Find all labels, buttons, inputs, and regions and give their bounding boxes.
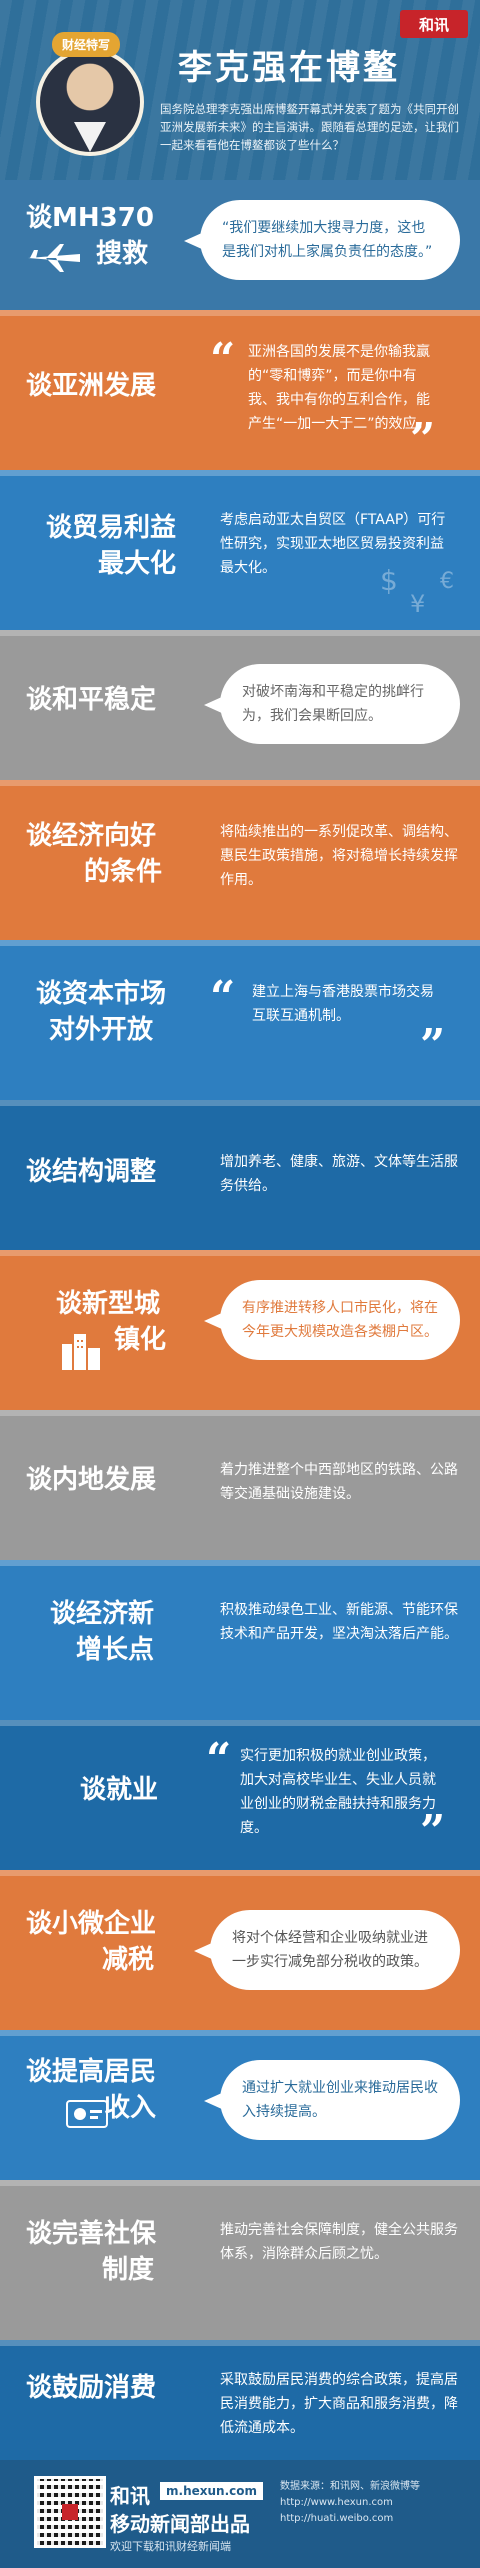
section-trade-benefits: 谈贸易利益 最大化 考虑启动亚太自贸区（FTAAP）可行性研究，实现亚太地区贸易… — [0, 470, 480, 630]
section-label: 谈结构调整 — [26, 1157, 157, 1187]
section-label-line1: 谈MH370 — [26, 203, 154, 233]
svg-text:¥: ¥ — [410, 590, 425, 618]
section-label-line2: 的条件 — [84, 857, 163, 887]
section-text: 积极推动绿色工业、新能源、节能环保技术和产品开发，坚决淘汰落后产能。 — [220, 1602, 458, 1642]
section-employment: 谈就业 “ 实行更加积极的就业创业政策，加大对高校毕业生、失业人员就业创业的财税… — [0, 1720, 480, 1870]
section-text: 建立上海与香港股票市场交易互联互通机制。 — [252, 984, 434, 1024]
section-label-line2: 制度 — [102, 2255, 155, 2285]
close-quote-mark: ” — [420, 1020, 446, 1071]
section-divider — [0, 780, 480, 786]
section-label: 谈鼓励消费 — [26, 2373, 157, 2403]
section-label-line1: 谈新型城 — [56, 1289, 161, 1319]
section-divider — [0, 1560, 480, 1566]
section-divider — [0, 470, 480, 476]
quote-bubble: 将对个体经营和企业吸纳就业进一步实行减免部分税收的政策。 — [194, 1910, 460, 1990]
section-social-security: 谈完善社保 制度 推动完善社会保障制度，健全公共服务体系，消除群众后顾之忧。 — [0, 2180, 480, 2340]
section-mh370: 谈MH370 搜救 “我们要继续加大搜寻力度，这也是我们对机上家属负责任的态度。… — [0, 180, 480, 310]
section-divider — [0, 1410, 480, 1416]
section-label-line1: 谈经济向好 — [26, 821, 157, 851]
speaker-portrait — [36, 48, 144, 156]
section-text: 推动完善社会保障制度，健全公共服务体系，消除群众后顾之忧。 — [220, 2222, 458, 2262]
close-quote-mark: ” — [420, 1806, 446, 1857]
qr-center-logo — [62, 2504, 78, 2520]
section-divider — [0, 1720, 480, 1726]
section-divider — [0, 310, 480, 316]
section-new-growth: 谈经济新 增长点 积极推动绿色工业、新能源、节能环保技术和产品开发，坚决淘汰落后… — [0, 1560, 480, 1720]
quote-bubble: “我们要继续加大搜寻力度，这也是我们对机上家属负责任的态度。” — [184, 200, 460, 280]
infographic-page: 和讯 财经特写 李克强在博鳌 国务院总理李克强出席博鳌开幕式并发表了题为《共同开… — [0, 0, 480, 2568]
section-divider — [0, 1870, 480, 1876]
section-capital-market: 谈资本市场 对外开放 “ 建立上海与香港股票市场交易互联互通机制。 ” — [0, 940, 480, 1100]
section-label: 谈经济新 增长点 — [50, 1596, 154, 1668]
footer-url[interactable]: m.hexun.com — [160, 2482, 263, 2500]
section-divider — [0, 1100, 480, 1106]
section-divider — [0, 2030, 480, 2036]
section-asia-development: 谈亚洲发展 “ 亚洲各国的发展不是你输我赢的“零和博弈”，而是你中有我、我中有你… — [0, 310, 480, 470]
section-divider — [0, 2340, 480, 2346]
open-quote-mark: “ — [210, 334, 236, 385]
section-divider — [0, 630, 480, 636]
section-label-line2: 增长点 — [76, 1635, 155, 1665]
section-label-line2: 减税 — [102, 1945, 155, 1975]
section-label: 谈小微企业 减税 — [26, 1906, 156, 1978]
section-income-growth: 谈提高居民 收入 通过扩大就业创业来推动居民收入持续提高。 — [0, 2030, 480, 2180]
header-banner: 和讯 财经特写 李克强在博鳌 国务院总理李克强出席博鳌开幕式并发表了题为《共同开… — [0, 0, 480, 180]
section-label-line1: 谈经济新 — [50, 1599, 155, 1629]
quote-bubble: 通过扩大就业创业来推动居民收入持续提高。 — [204, 2060, 460, 2140]
hexun-logo[interactable]: 和讯 — [400, 10, 468, 38]
section-text: 实行更加积极的就业创业政策，加大对高校毕业生、失业人员就业创业的财税金融扶持和服… — [240, 1748, 436, 1836]
portrait-collar — [74, 122, 106, 152]
section-label-line1: 谈完善社保 — [26, 2219, 157, 2249]
page-title: 李克强在博鳌 — [178, 48, 400, 88]
section-peace-stability: 谈和平稳定 对破坏南海和平稳定的挑衅行为，我们会果断回应。 — [0, 630, 480, 780]
section-label-line2: 对外开放 — [48, 1015, 153, 1045]
section-label: 谈内地发展 — [26, 1465, 157, 1495]
section-label-line1: 谈小微企业 — [26, 1909, 157, 1939]
footer-site-hexun[interactable]: http://www.hexun.com — [280, 2496, 393, 2510]
open-quote-mark: “ — [206, 1734, 232, 1785]
city-buildings-icon — [62, 1334, 100, 1370]
section-label: 谈贸易利益 最大化 — [26, 510, 176, 582]
section-label-line1: 谈提高居民 — [26, 2057, 157, 2087]
section-label-line2: 最大化 — [97, 549, 176, 579]
section-label-line1: 谈资本市场 — [35, 979, 166, 1009]
section-label-line1: 谈贸易利益 — [45, 513, 176, 543]
section-label: 谈和平稳定 — [26, 685, 157, 715]
footer-site-weibo[interactable]: http://huati.weibo.com — [280, 2512, 393, 2526]
quote-bubble: 对破坏南海和平稳定的挑衅行为，我们会果断回应。 — [204, 664, 460, 744]
footer: 和讯 m.hexun.com 移动新闻部出品 欢迎下载和讯财经新闻端 数据来源：… — [0, 2460, 480, 2568]
svg-text:$: $ — [380, 564, 398, 597]
airplane-icon — [28, 244, 80, 272]
section-divider — [0, 940, 480, 946]
section-economic-outlook: 谈经济向好 的条件 将陆续推出的一系列促改革、调结构、惠民生政策措施，将对稳增长… — [0, 780, 480, 940]
section-divider — [0, 1250, 480, 1256]
section-label: 谈亚洲发展 — [26, 371, 157, 401]
open-quote-mark: “ — [210, 972, 236, 1023]
section-label: 谈就业 — [80, 1775, 159, 1805]
section-structural-adjustment: 谈结构调整 增加养老、健康、旅游、文体等生活服务供给。 — [0, 1100, 480, 1250]
close-quote-mark: ” — [410, 414, 436, 465]
section-text: 将陆续推出的一系列促改革、调结构、惠民生政策措施，将对稳增长持续发挥作用。 — [220, 824, 458, 888]
intro-text: 国务院总理李克强出席博鳌开幕式并发表了题为《共同开创亚洲发展新未来》的主旨演讲。… — [160, 102, 459, 152]
section-small-business-tax: 谈小微企业 减税 将对个体经营和企业吸纳就业进一步实行减免部分税收的政策。 — [0, 1870, 480, 2030]
section-urbanization: 谈新型城 镇化 有序推进转移人口市民化，将在今年更大规模改造各类棚户区。 — [0, 1250, 480, 1410]
section-text: 着力推进整个中西部地区的铁路、公路等交通基础设施建设。 — [220, 1462, 458, 1502]
section-inland-development: 谈内地发展 着力推进整个中西部地区的铁路、公路等交通基础设施建设。 — [0, 1410, 480, 1560]
section-label: 谈完善社保 制度 — [26, 2216, 156, 2288]
quote-bubble: 有序推进转移人口市民化，将在今年更大规模改造各类棚户区。 — [204, 1280, 460, 1360]
svg-text:€: € — [440, 569, 454, 594]
footer-subtitle: 移动新闻部出品 — [110, 2512, 250, 2536]
section-label: 谈经济向好 的条件 — [26, 818, 162, 890]
footer-source: 数据来源：和讯网、新浪微博等 — [280, 2481, 420, 2492]
qr-code[interactable] — [34, 2476, 106, 2548]
money-card-icon — [66, 2100, 108, 2128]
section-text: 采取鼓励居民消费的综合政策，提高居民消费能力，扩大商品和服务消费，降低流通成本。 — [220, 2372, 458, 2436]
footer-tagline: 欢迎下载和讯财经新闻端 — [110, 2540, 231, 2553]
section-label: 谈资本市场 对外开放 — [26, 976, 176, 1048]
footer-brand: 和讯 — [110, 2484, 150, 2508]
column-badge: 财经特写 — [52, 32, 121, 57]
currency-symbols-icon: $ ¥ € — [380, 564, 454, 618]
section-text: 增加养老、健康、旅游、文体等生活服务供给。 — [220, 1154, 458, 1194]
section-divider — [0, 2180, 480, 2186]
